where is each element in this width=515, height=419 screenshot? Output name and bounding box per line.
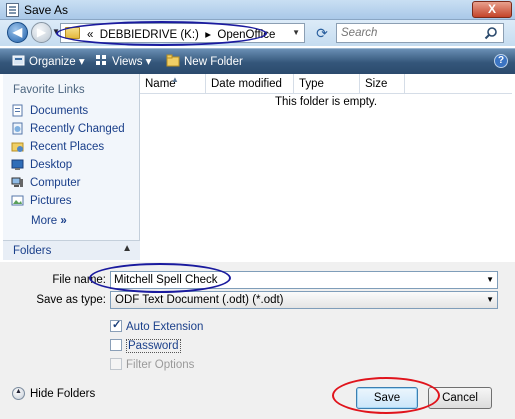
sidebar-item-computer[interactable]: Computer (11, 176, 81, 194)
views-label: Views (112, 56, 143, 68)
refresh-button[interactable]: ⟳ (312, 23, 332, 43)
sort-ascending-icon: ▲ (171, 75, 179, 84)
filter-options-checkbox (110, 358, 122, 370)
recently-changed-icon (12, 122, 23, 135)
column-header-date-modified[interactable]: Date modified (206, 74, 294, 94)
address-dropdown-icon[interactable]: ▼ (292, 28, 300, 37)
new-folder-label: New Folder (184, 56, 243, 68)
more-label: More (31, 215, 58, 227)
double-chevron-icon: » (60, 215, 67, 227)
new-folder-icon (166, 54, 180, 67)
organize-icon (12, 55, 25, 66)
documents-icon (12, 104, 23, 117)
hide-folders-label: Hide Folders (30, 388, 96, 400)
column-header-name[interactable]: ▲ Name (140, 74, 206, 94)
search-icon[interactable] (484, 26, 498, 40)
new-folder-button[interactable]: New Folder (166, 54, 243, 68)
sidebar-item-desktop[interactable]: Desktop (11, 158, 72, 176)
sidebar-item-recent-places[interactable]: Recent Places (11, 140, 104, 158)
folders-label: Folders (13, 245, 52, 257)
save-as-type-label: Save as type: (36, 294, 106, 306)
filter-options-option: Filter Options (110, 358, 194, 374)
filter-options-label: Filter Options (126, 359, 195, 371)
sidebar-item-label: Documents (30, 105, 89, 117)
column-header-type[interactable]: Type (294, 74, 360, 94)
navigation-pane: Favorite Links Documents Recently Change… (3, 74, 140, 260)
pictures-icon (11, 195, 24, 206)
save-as-type-select[interactable]: ODF Text Document (.odt) (*.odt) ▼ (110, 291, 498, 309)
file-name-input[interactable] (111, 272, 471, 288)
recent-places-icon (11, 142, 24, 152)
breadcrumb-item-drive[interactable]: DEBBIEDRIVE (K:) (100, 29, 199, 41)
breadcrumb-overflow[interactable]: « (87, 29, 93, 41)
folder-icon (65, 27, 80, 39)
title-bar: Save As X (0, 0, 515, 20)
organize-label: Organize (29, 56, 76, 68)
window-title: Save As (24, 3, 69, 17)
search-input[interactable] (337, 24, 477, 42)
address-row: ◀ ▶ ▼ « DEBBIEDRIVE (K:) ▸ OpenOffice ▼ … (0, 20, 515, 46)
address-bar[interactable]: « DEBBIEDRIVE (K:) ▸ OpenOffice ▼ (60, 23, 305, 43)
chevron-up-icon: ▲ (122, 243, 132, 254)
password-option[interactable]: Password (110, 339, 181, 355)
more-links-button[interactable]: More » (31, 215, 67, 227)
sidebar-item-label: Pictures (30, 195, 72, 207)
sidebar-item-pictures[interactable]: Pictures (11, 194, 72, 212)
command-toolbar: Organize ▾ Views ▾ New Folder ? (0, 48, 515, 74)
help-icon[interactable]: ? (494, 54, 508, 68)
breadcrumb: « DEBBIEDRIVE (K:) ▸ OpenOffice (87, 27, 275, 41)
close-button[interactable]: X (472, 1, 512, 18)
auto-extension-label: Auto Extension (126, 321, 204, 333)
views-icon (96, 55, 106, 65)
sidebar-item-label: Recently Changed (30, 123, 125, 135)
auto-extension-checkbox[interactable] (110, 318, 122, 332)
breadcrumb-separator[interactable]: ▸ (205, 29, 211, 41)
save-button[interactable]: Save (356, 387, 418, 409)
password-label: Password (126, 339, 181, 353)
column-header-size[interactable]: Size (360, 74, 405, 94)
file-list[interactable]: ▲ Name Date modified Type Size This fold… (140, 74, 512, 260)
views-button[interactable]: Views ▾ (95, 54, 151, 68)
computer-icon (11, 177, 23, 187)
cancel-button[interactable]: Cancel (428, 387, 492, 409)
sidebar-item-label: Desktop (30, 159, 73, 171)
save-document-icon (6, 3, 19, 17)
sidebar-item-recently-changed[interactable]: Recently Changed (11, 122, 125, 140)
hide-folders-button[interactable]: Hide Folders (12, 387, 95, 400)
sidebar-item-documents[interactable]: Documents (11, 104, 88, 122)
folders-toggle[interactable]: Folders ▲ (3, 240, 140, 260)
chevron-up-icon (12, 387, 25, 400)
save-as-type-dropdown-icon[interactable]: ▼ (486, 295, 494, 304)
organize-button[interactable]: Organize ▾ (12, 54, 85, 68)
search-box[interactable] (336, 23, 504, 43)
file-name-field[interactable]: ▼ (110, 271, 498, 289)
file-name-label: File name: (52, 274, 106, 286)
sidebar-item-label: Recent Places (30, 141, 105, 153)
column-headers: ▲ Name Date modified Type Size (140, 74, 512, 94)
recent-pages-dropdown[interactable]: ▼ (52, 27, 60, 36)
forward-button[interactable]: ▶ (31, 22, 52, 43)
sidebar-item-label: Computer (30, 177, 81, 189)
file-name-dropdown-icon[interactable]: ▼ (486, 275, 494, 284)
password-checkbox[interactable] (110, 339, 122, 351)
desktop-icon (11, 159, 24, 170)
save-form: File name: ▼ Save as type: ODF Text Docu… (0, 262, 515, 419)
back-button[interactable]: ◀ (7, 22, 28, 43)
empty-folder-message: This folder is empty. (274, 96, 378, 108)
favorite-links-heading: Favorite Links (13, 84, 85, 96)
auto-extension-option[interactable]: Auto Extension (110, 318, 204, 336)
breadcrumb-item-folder[interactable]: OpenOffice (217, 29, 275, 41)
save-as-type-value: ODF Text Document (.odt) (*.odt) (115, 294, 284, 306)
